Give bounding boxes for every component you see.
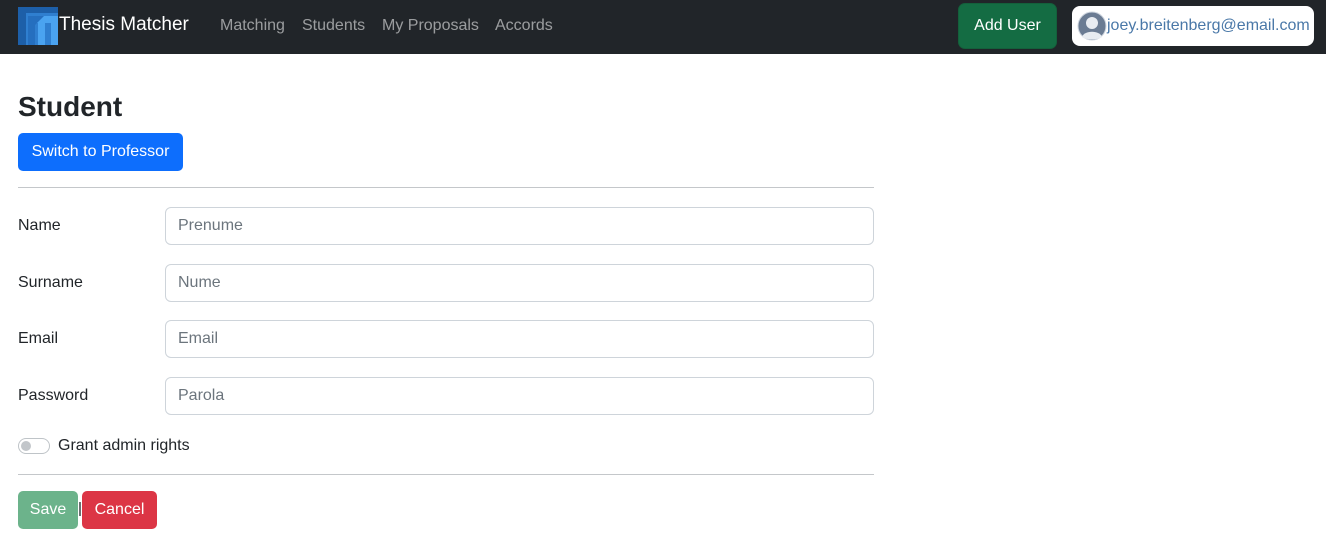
toggle-knob <box>21 441 31 451</box>
password-input[interactable] <box>165 377 874 415</box>
name-label: Name <box>18 217 61 234</box>
switch-to-professor-button[interactable]: Switch to Professor <box>18 133 183 171</box>
surname-label: Surname <box>18 274 83 291</box>
page-title: Student <box>18 91 123 122</box>
divider-bottom <box>18 474 874 475</box>
button-separator <box>79 502 81 516</box>
nav-link-accords[interactable]: Accords <box>495 16 553 36</box>
user-avatar-icon <box>1077 11 1107 41</box>
user-email[interactable]: joey.breitenberg@email.com <box>1107 16 1310 36</box>
save-button[interactable]: Save <box>18 491 78 529</box>
thesis-matcher-logo[interactable] <box>18 7 58 45</box>
email-label: Email <box>18 330 59 347</box>
top-navbar: Thesis Matcher Matching Students My Prop… <box>0 0 1326 54</box>
admin-rights-label[interactable]: Grant admin rights <box>58 436 190 456</box>
admin-rights-toggle[interactable] <box>18 438 50 454</box>
user-menu[interactable]: joey.breitenberg@email.com <box>1072 6 1314 46</box>
email-input[interactable] <box>165 320 874 358</box>
nav-link-my-proposals[interactable]: My Proposals <box>382 16 479 36</box>
nav-link-students[interactable]: Students <box>302 16 365 36</box>
brand-title[interactable]: Thesis Matcher <box>59 13 189 37</box>
surname-input[interactable] <box>165 264 874 302</box>
password-label: Password <box>18 387 89 404</box>
divider-top <box>18 187 874 188</box>
add-user-button[interactable]: Add User <box>958 3 1057 49</box>
cancel-button[interactable]: Cancel <box>82 491 157 529</box>
nav-link-matching[interactable]: Matching <box>220 16 285 36</box>
name-input[interactable] <box>165 207 874 245</box>
